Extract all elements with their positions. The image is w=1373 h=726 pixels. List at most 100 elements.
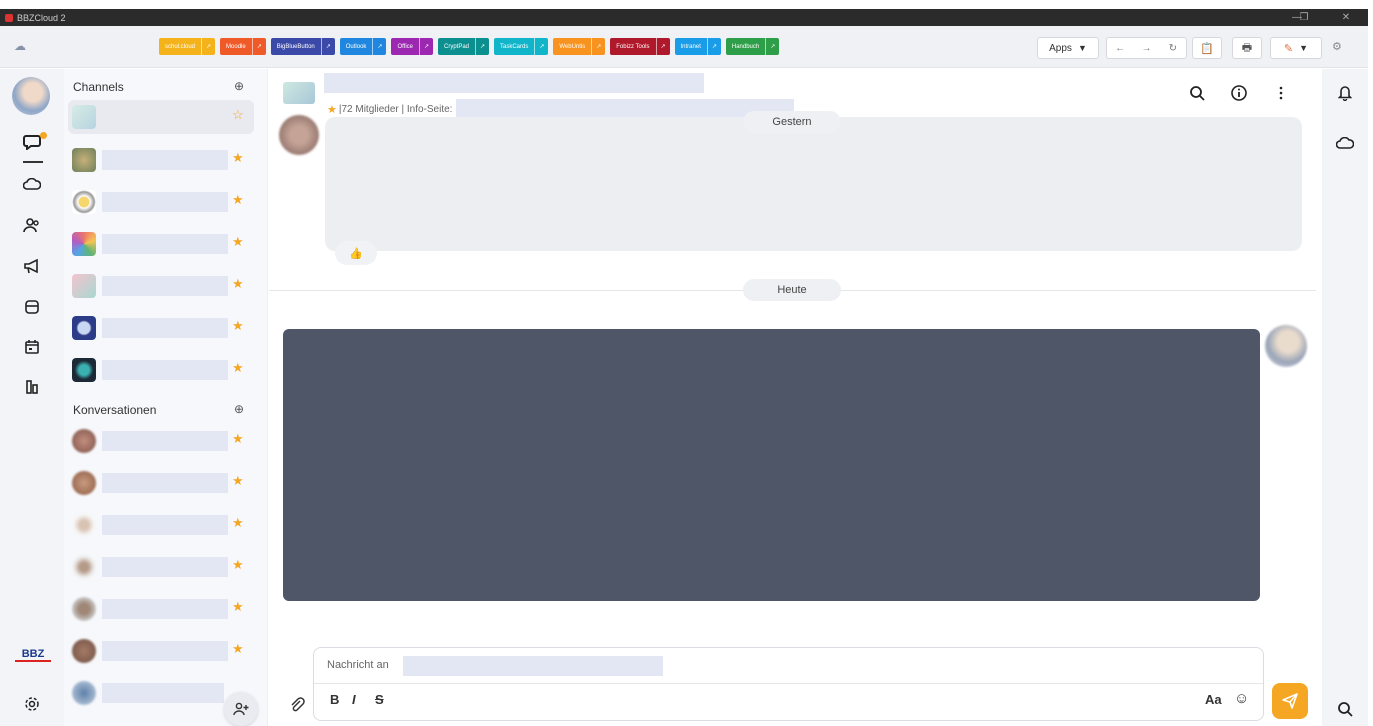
message-bubble-own [283, 329, 1260, 601]
favorite-star-icon[interactable]: ★ [232, 276, 244, 292]
contacts-icon[interactable] [17, 212, 47, 238]
favorite-star-icon[interactable]: ★ [232, 641, 244, 657]
restore-button[interactable]: ❐ [1284, 9, 1324, 26]
favorite-star-icon[interactable]: ★ [232, 515, 244, 531]
contact-avatar [72, 471, 96, 495]
external-link-icon[interactable]: ↗ [706, 38, 721, 55]
channel-thumbnail [72, 358, 96, 382]
calendar-icon[interactable] [17, 334, 47, 360]
more-options-button[interactable] [1269, 81, 1293, 105]
active-indicator [23, 161, 43, 163]
external-link-icon[interactable]: ↗ [201, 38, 215, 55]
info-button[interactable] [1227, 81, 1251, 105]
contact-name [102, 431, 228, 451]
channel-item[interactable]: ★ [68, 185, 254, 219]
conversation-item[interactable]: ★ [68, 592, 254, 626]
favorite-star-icon[interactable]: ☆ [232, 107, 244, 123]
external-link-icon[interactable]: ↗ [320, 38, 335, 55]
print-button[interactable]: 🖶 [1232, 37, 1262, 59]
channel-item[interactable]: ☆ [68, 100, 254, 134]
external-link-icon[interactable]: ↗ [765, 38, 779, 55]
channel-item[interactable]: ★ [68, 269, 254, 303]
unread-badge [40, 132, 47, 139]
emoji-button[interactable]: ☺ [1234, 690, 1249, 707]
external-link-icon[interactable]: ↗ [655, 38, 670, 55]
external-link-icon[interactable]: ↗ [534, 38, 548, 55]
favorite-star-icon[interactable]: ★ [232, 473, 244, 489]
add-conversation-button[interactable]: ⊕ [234, 402, 244, 416]
favorite-star-icon[interactable]: ★ [232, 318, 244, 334]
bell-icon[interactable] [1333, 81, 1357, 105]
bookmark-label: Handbuch [731, 43, 760, 50]
stats-icon[interactable] [17, 374, 47, 400]
external-link-icon[interactable]: ↗ [372, 38, 386, 55]
bookmark-pill[interactable]: Fobizz Tools ↗ [610, 38, 670, 55]
external-link-icon[interactable]: ↗ [419, 38, 433, 55]
cloud-icon[interactable] [17, 171, 47, 197]
conversation-item[interactable]: ★ [68, 634, 254, 668]
send-button[interactable] [1272, 683, 1308, 719]
external-link-icon[interactable]: ↗ [251, 38, 266, 55]
bookmark-pill[interactable]: BigBlueButton ↗ [270, 38, 335, 55]
favorite-star-icon[interactable]: ★ [232, 192, 244, 208]
bookmark-pill[interactable]: Outlook ↗ [339, 38, 387, 55]
channel-thumbnail [72, 148, 96, 172]
attachment-button[interactable] [289, 697, 305, 717]
favorite-star-icon[interactable]: ★ [232, 360, 244, 376]
notes-button[interactable]: 📋 [1192, 37, 1222, 59]
channel-name [102, 234, 228, 254]
conversation-item[interactable]: ★ [68, 466, 254, 500]
bookmark-pill[interactable]: CryptPad ↗ [438, 38, 490, 55]
new-conversation-button[interactable] [224, 692, 258, 726]
bookmark-pill[interactable]: Moodle ↗ [220, 38, 266, 55]
favorite-star-icon[interactable]: ★ [232, 150, 244, 166]
settings-icon[interactable] [17, 691, 47, 717]
channel-item[interactable]: ★ [68, 227, 254, 261]
sender-avatar[interactable] [279, 115, 319, 155]
bookmark-label: Fobizz Tools [616, 43, 650, 50]
search-button[interactable] [1185, 81, 1209, 105]
favorite-star-icon[interactable]: ★ [232, 599, 244, 615]
conversation-item[interactable]: ★ [68, 508, 254, 542]
bookmark-pill[interactable]: schul.cloud ↗ [159, 38, 216, 55]
edit-dropdown-button[interactable]: ✎ ▼ [1270, 37, 1322, 59]
bookmark-pill[interactable]: Intranet ↗ [674, 38, 721, 55]
favorite-star-icon[interactable]: ★ [327, 103, 337, 116]
conversation-item[interactable]: ★ [68, 424, 254, 458]
add-channel-button[interactable]: ⊕ [234, 79, 244, 93]
channel-item[interactable]: ★ [68, 143, 254, 177]
favorite-star-icon[interactable]: ★ [232, 234, 244, 250]
megaphone-icon[interactable] [17, 253, 47, 279]
external-link-icon[interactable]: ↗ [475, 38, 489, 55]
italic-button[interactable]: I [352, 692, 356, 707]
close-button[interactable]: ✕ [1326, 9, 1366, 26]
bookmark-pill[interactable]: Office ↗ [391, 38, 433, 55]
reaction-thumbs-up[interactable]: 👍 [335, 241, 377, 265]
bookmark-pill[interactable]: TaskCards ↗ [494, 38, 549, 55]
reload-button[interactable]: ↻ [1160, 38, 1186, 58]
bold-button[interactable]: B [330, 692, 339, 707]
channel-item[interactable]: ★ [68, 311, 254, 345]
forward-button[interactable]: → [1133, 38, 1159, 58]
gear-icon[interactable]: ⚙ [1332, 40, 1342, 53]
bookmark-bar: ☁ schul.cloud ↗ Moodle ↗ BigBlueButton ↗ Outlo… [0, 26, 1368, 68]
archive-icon[interactable] [17, 294, 47, 320]
user-avatar[interactable] [12, 77, 50, 115]
channel-item[interactable]: ★ [68, 353, 254, 387]
bookmark-pill[interactable]: WebUntis ↗ [553, 38, 606, 55]
external-link-icon[interactable]: ↗ [591, 38, 605, 55]
back-button[interactable]: ← [1107, 38, 1133, 58]
message-composer[interactable]: Nachricht an B I S Aa ☺ [313, 647, 1264, 721]
apps-dropdown-button[interactable]: Apps ▼ [1037, 37, 1099, 59]
favorite-star-icon[interactable]: ★ [232, 431, 244, 447]
search-icon[interactable] [1333, 697, 1357, 721]
bookmark-pill[interactable]: Handbuch ↗ [725, 38, 780, 55]
strikethrough-button[interactable]: S [375, 692, 384, 707]
favorite-star-icon[interactable]: ★ [232, 557, 244, 573]
cloud-icon[interactable] [1333, 131, 1357, 155]
bookmark-label: Office [397, 43, 413, 50]
own-avatar[interactable] [1265, 325, 1307, 367]
conversation-item[interactable]: ★ [68, 550, 254, 584]
text-size-button[interactable]: Aa [1205, 692, 1222, 707]
channel-header-info: ★ |72 Mitglieder | Info-Seite: [327, 99, 795, 119]
